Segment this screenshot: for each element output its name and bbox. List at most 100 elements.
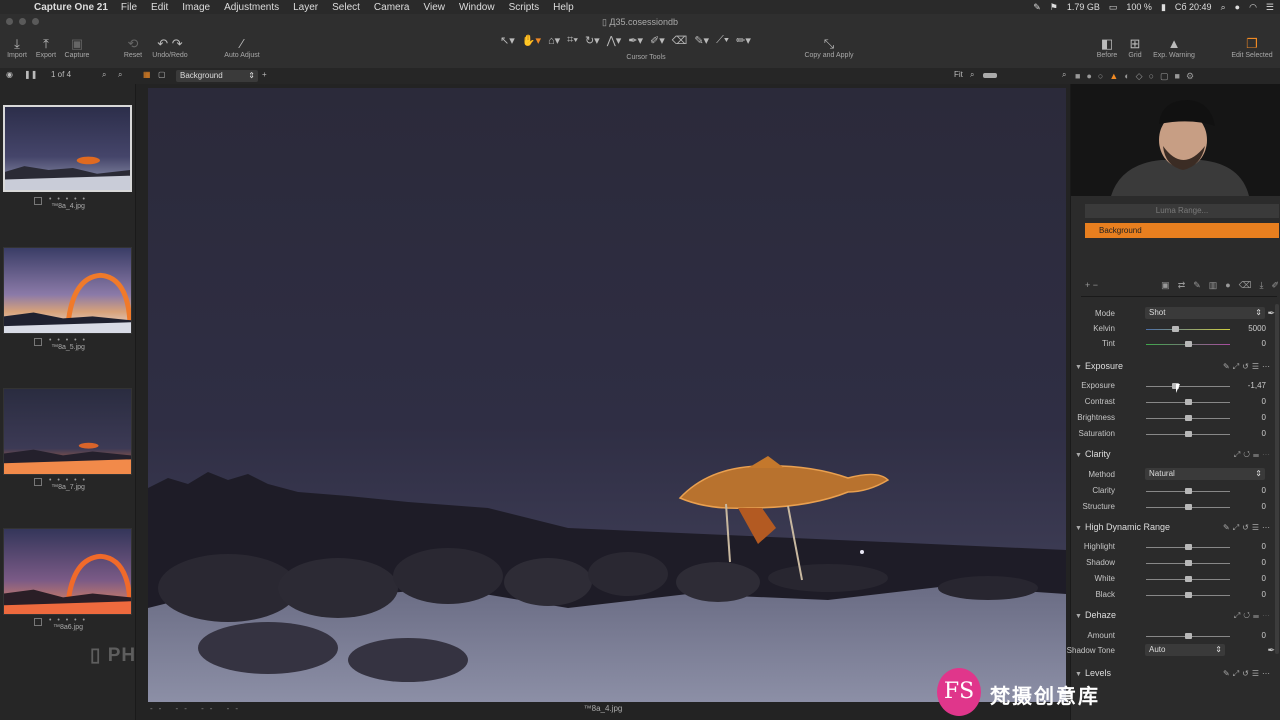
copy-mask-icon[interactable]: ⇄ [1178,280,1186,291]
erase-mask-icon[interactable]: ⌫ [1239,280,1252,291]
app-menu[interactable]: Capture One 21 [34,2,114,13]
single-view-icon[interactable]: ▢ [158,70,166,79]
kelvin-slider-knob[interactable] [1172,326,1180,332]
kelvin-track[interactable] [1146,329,1230,330]
slider-knob[interactable] [1185,592,1192,598]
main-photo[interactable] [148,88,1066,702]
slider-value[interactable]: 0 [1226,574,1266,583]
brush-icon[interactable]: ✎▾ [694,34,709,47]
refine-mask-icon[interactable]: ✐ [1271,280,1279,291]
wb-mode-dropdown[interactable]: Shot ⇕ [1145,307,1265,319]
auto-adjust-button[interactable]: ⁄ Auto Adjust [220,35,264,59]
add-layer-icon[interactable]: + [262,70,267,79]
luma-range-button[interactable]: Luma Range... [1085,204,1279,218]
memory-readout[interactable]: 1.79 GB [1067,2,1100,12]
shadow-picker-icon[interactable]: ✒ [1267,645,1275,656]
zoom-slider[interactable] [983,73,997,78]
add-layer-button[interactable]: + − [1085,280,1098,290]
dehaze-amount-value[interactable]: 0 [1226,631,1266,640]
search-icon[interactable]: ⌕ [1221,2,1226,13]
thumbnail-2[interactable] [3,247,132,334]
browser-search-icon[interactable]: ⌕ [102,70,106,80]
layer-background[interactable]: Background [1085,223,1279,238]
layer-dropdown[interactable]: Background ⇕ [176,70,258,82]
rating-stars[interactable]: • • • • • [0,337,136,344]
slider-knob[interactable] [1185,399,1192,405]
keystone-icon[interactable]: ⋀▾ [607,34,622,47]
slider-value[interactable]: 0 [1226,397,1266,406]
linear-mask-icon[interactable]: ▥ [1209,280,1218,291]
menu-scripts[interactable]: Scripts [502,2,547,13]
battery-readout[interactable]: 100 % [1126,2,1152,12]
exp-warning-button[interactable]: ▲ Exp. Warning [1150,35,1198,59]
slider-value[interactable]: -1,47 [1226,381,1266,390]
gradient-icon[interactable]: ⟋▾ [716,34,729,47]
monitor-icon[interactable]: ▭ [1109,2,1118,13]
tab-meta-icon[interactable]: ▢ [1160,71,1169,82]
thumbnail-4[interactable] [3,528,132,615]
rotate-icon[interactable]: ↻▾ [585,34,600,47]
picker-icon[interactable]: ✒▾ [628,34,643,47]
crop-icon[interactable]: ⌗▾ [567,34,578,47]
menu-file[interactable]: File [114,2,144,13]
tool-header-icons[interactable]: ✎⤢↺☰⋯ [1223,669,1273,679]
rating-stars[interactable]: • • • • • [0,196,136,203]
tab-capture-icon[interactable]: ● [1086,71,1091,81]
slider-knob[interactable] [1185,504,1192,510]
levels-section-header[interactable]: ▼ Levels ✎⤢↺☰⋯ [1075,668,1277,682]
tab-color-icon[interactable]: ▲ [1109,71,1118,81]
fit-label[interactable]: Fit [954,70,963,79]
thumbnail-checkbox[interactable] [34,618,42,626]
tool-header-icons[interactable]: ⤢↺☰⋯ [1234,611,1273,621]
fill-mask-icon[interactable]: ⤓ [1259,280,1263,291]
flag-icon[interactable]: ⚑ [1050,2,1058,13]
thumbnail-checkbox[interactable] [34,197,42,205]
mask-icon[interactable]: ▣ [1161,280,1170,291]
slider-knob[interactable] [1185,544,1192,550]
slider-value[interactable]: 0 [1226,502,1266,511]
tab-lens-icon[interactable]: ○ [1098,71,1103,81]
annotate-icon[interactable]: ✏▾ [736,34,751,47]
menu-edit[interactable]: Edit [144,2,175,13]
wb-picker-icon[interactable]: ✒ [1267,308,1275,319]
tab-details-icon[interactable]: ◇ [1136,71,1143,82]
thumbnail-1[interactable] [3,105,132,192]
import-button[interactable]: ⤓ Import [6,35,28,59]
capture-button[interactable]: ▣ Capture [62,35,92,59]
slider-value[interactable]: 0 [1226,558,1266,567]
rating-stars[interactable]: • • • • • [0,477,136,484]
menu-help[interactable]: Help [546,2,581,13]
copy-apply-button[interactable]: ⤡ Copy and Apply [796,35,862,59]
before-button[interactable]: ◧ Before [1094,35,1120,59]
dehaze-amount-knob[interactable] [1185,633,1192,639]
pen-icon[interactable]: ✎ [1033,2,1041,13]
dehaze-section-header[interactable]: ▼ Dehaze ⤢↺☰⋯ [1075,610,1277,624]
eye-icon[interactable]: ◉ [6,70,13,79]
zoom-icon[interactable]: ⌕ [970,70,974,80]
slider-knob[interactable] [1185,576,1192,582]
viewer-search-icon[interactable]: ⌕ [1062,70,1066,80]
menu-layer[interactable]: Layer [286,2,325,13]
slider-knob[interactable] [1185,415,1192,421]
grid-button[interactable]: ⊞ Grid [1124,35,1146,59]
tool-header-icons[interactable]: ✎⤢↺☰⋯ [1223,523,1273,533]
user-icon[interactable]: ● [1235,2,1240,12]
pause-icon[interactable]: ❚❚ [24,70,37,79]
tool-header-icons[interactable]: ⤢↺☰⋯ [1234,450,1273,460]
menu-camera[interactable]: Camera [367,2,417,13]
wifi-icon[interactable]: ◠ [1249,2,1257,13]
wb-picker-icon[interactable]: ✐▾ [650,34,665,47]
tint-slider-knob[interactable] [1185,341,1192,347]
clock[interactable]: Сб 20:49 [1175,2,1212,12]
tab-library-icon[interactable]: ■ [1075,71,1080,81]
slider-value[interactable]: 0 [1226,413,1266,422]
thumbnail-checkbox[interactable] [34,338,42,346]
slider-value[interactable]: 0 [1226,590,1266,599]
export-button[interactable]: ⤒ Export [34,35,58,59]
tint-value[interactable]: 0 [1226,339,1266,348]
minimize-window-button[interactable] [19,18,26,25]
tool-header-icons[interactable]: ✎⤢↺☰⋯ [1223,362,1273,372]
menu-window[interactable]: Window [452,2,502,13]
close-window-button[interactable] [6,18,13,25]
radial-mask-icon[interactable]: ● [1225,280,1230,291]
